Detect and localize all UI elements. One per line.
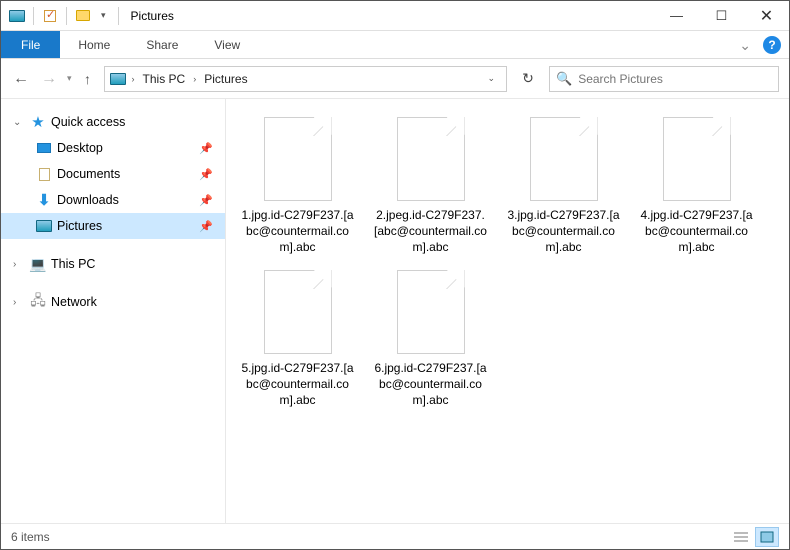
sidebar-item-this-pc[interactable]: › 💻 This PC: [1, 251, 225, 277]
address-bar: ← → ▾ ↑ › This PC › Pictures ⌄ ↻ 🔍: [1, 59, 789, 99]
file-name: 3.jpg.id-C279F237.[abc@countermail.com].…: [506, 207, 621, 256]
breadcrumb-segment[interactable]: This PC: [140, 72, 189, 86]
tab-home[interactable]: Home: [60, 31, 128, 58]
file-icon: [397, 117, 465, 201]
sidebar-item-label: Downloads: [57, 193, 195, 207]
qat-properties-icon[interactable]: [42, 8, 58, 24]
file-name: 5.jpg.id-C279F237.[abc@countermail.com].…: [240, 360, 355, 409]
pc-icon: 💻: [29, 255, 47, 273]
ribbon: File Home Share View ⌄ ?: [1, 31, 789, 59]
help-button[interactable]: ?: [763, 36, 781, 54]
refresh-button[interactable]: ↻: [515, 66, 541, 92]
file-name: 2.jpeg.id-C279F237.[abc@countermail.com]…: [373, 207, 488, 256]
pictures-icon: [35, 217, 53, 235]
file-name: 4.jpg.id-C279F237.[abc@countermail.com].…: [639, 207, 754, 256]
minimize-button[interactable]: —: [654, 1, 699, 31]
file-icon: [663, 117, 731, 201]
window-title: Pictures: [131, 9, 174, 23]
tab-share[interactable]: Share: [128, 31, 196, 58]
file-icon: [264, 270, 332, 354]
title-bar: ▾ Pictures — ☐ ✕: [1, 1, 789, 31]
sidebar-item-label: Desktop: [57, 141, 195, 155]
search-input[interactable]: [578, 72, 772, 86]
download-icon: ⬇: [35, 191, 53, 209]
caret-right-icon[interactable]: ›: [13, 297, 25, 308]
chevron-down-icon[interactable]: ⌄: [484, 73, 498, 84]
file-tab[interactable]: File: [1, 31, 60, 58]
sidebar-item-label: This PC: [51, 257, 225, 271]
back-button[interactable]: ←: [11, 70, 31, 88]
file-icon: [264, 117, 332, 201]
chevron-right-icon[interactable]: ›: [190, 74, 199, 84]
file-item[interactable]: 3.jpg.id-C279F237.[abc@countermail.com].…: [506, 117, 621, 256]
file-icon: [397, 270, 465, 354]
sidebar-item-label: Pictures: [57, 219, 195, 233]
sidebar-item-quick-access[interactable]: ⌄ ★ Quick access: [1, 109, 225, 135]
qat-dropdown-icon[interactable]: ▾: [97, 10, 110, 21]
tab-view[interactable]: View: [196, 31, 258, 58]
up-button[interactable]: ↑: [80, 71, 96, 87]
app-icon: [9, 8, 25, 24]
file-icon: [530, 117, 598, 201]
close-button[interactable]: ✕: [744, 1, 789, 31]
icons-view-button[interactable]: [755, 527, 779, 547]
expand-ribbon-icon[interactable]: ⌄: [733, 37, 757, 54]
maximize-button[interactable]: ☐: [699, 1, 744, 31]
breadcrumb-segment[interactable]: Pictures: [201, 72, 250, 86]
star-icon: ★: [29, 113, 47, 131]
breadcrumb-location-icon[interactable]: [109, 70, 127, 88]
file-item[interactable]: 6.jpg.id-C279F237.[abc@countermail.com].…: [373, 270, 488, 409]
pin-icon: 📌: [199, 142, 213, 155]
sidebar-item-downloads[interactable]: ⬇ Downloads 📌: [1, 187, 225, 213]
file-view[interactable]: 1.jpg.id-C279F237.[abc@countermail.com].…: [226, 99, 789, 523]
qat-folder-icon[interactable]: [75, 8, 91, 24]
pin-icon: 📌: [199, 220, 213, 233]
desktop-icon: [35, 139, 53, 157]
search-icon: 🔍: [556, 71, 572, 87]
pin-icon: 📌: [199, 168, 213, 181]
caret-down-icon[interactable]: ⌄: [13, 117, 25, 128]
sidebar-item-desktop[interactable]: Desktop 📌: [1, 135, 225, 161]
file-item[interactable]: 5.jpg.id-C279F237.[abc@countermail.com].…: [240, 270, 355, 409]
network-icon: 🖧: [29, 293, 47, 311]
details-view-button[interactable]: [729, 527, 753, 547]
search-box[interactable]: 🔍: [549, 66, 779, 92]
sidebar-item-label: Quick access: [51, 115, 225, 129]
history-dropdown-icon[interactable]: ▾: [67, 73, 72, 84]
file-item[interactable]: 4.jpg.id-C279F237.[abc@countermail.com].…: [639, 117, 754, 256]
chevron-right-icon[interactable]: ›: [129, 74, 138, 84]
file-item[interactable]: 1.jpg.id-C279F237.[abc@countermail.com].…: [240, 117, 355, 256]
caret-right-icon[interactable]: ›: [13, 259, 25, 270]
breadcrumb[interactable]: › This PC › Pictures ⌄: [104, 66, 507, 92]
file-name: 6.jpg.id-C279F237.[abc@countermail.com].…: [373, 360, 488, 409]
file-item[interactable]: 2.jpeg.id-C279F237.[abc@countermail.com]…: [373, 117, 488, 256]
pin-icon: 📌: [199, 194, 213, 207]
forward-button[interactable]: →: [39, 70, 59, 88]
navigation-pane: ⌄ ★ Quick access Desktop 📌 Documents 📌 ⬇…: [1, 99, 226, 523]
sidebar-item-label: Network: [51, 295, 225, 309]
sidebar-item-network[interactable]: › 🖧 Network: [1, 289, 225, 315]
sidebar-item-pictures[interactable]: Pictures 📌: [1, 213, 225, 239]
file-name: 1.jpg.id-C279F237.[abc@countermail.com].…: [240, 207, 355, 256]
document-icon: [35, 165, 53, 183]
sidebar-item-documents[interactable]: Documents 📌: [1, 161, 225, 187]
status-count: 6 items: [11, 530, 50, 544]
status-bar: 6 items: [1, 523, 789, 549]
sidebar-item-label: Documents: [57, 167, 195, 181]
